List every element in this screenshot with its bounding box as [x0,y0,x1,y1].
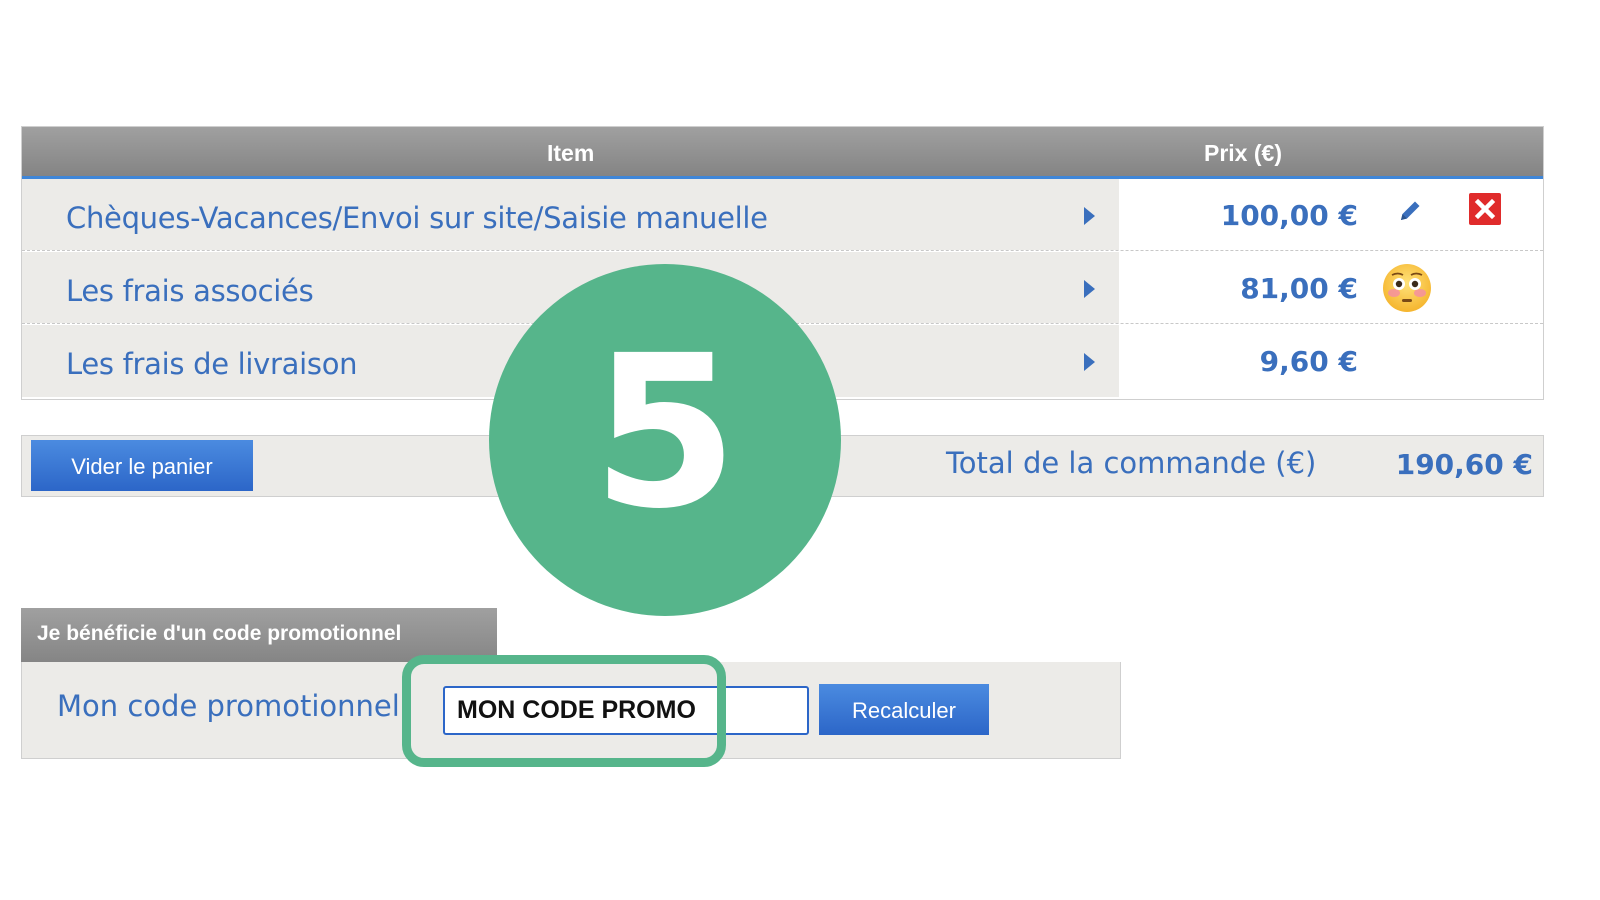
column-header-price: Prix (€) [1204,140,1282,166]
play-arrow-icon[interactable] [1084,353,1095,371]
row-item-label[interactable]: Chèques-Vacances/Envoi sur site/Saisie m… [66,201,768,235]
play-arrow-icon[interactable] [1084,280,1095,298]
step-number: 5 [591,310,739,555]
row-price: 9,60 € [1259,345,1358,378]
step-badge: 5 [489,264,841,616]
promo-code-label: Mon code promotionnel [57,689,400,723]
order-total-label: Total de la commande (€) [946,446,1317,480]
promo-section-tab: Je bénéficie d'un code promotionnel [21,608,497,662]
promo-code-input[interactable] [443,686,809,735]
play-arrow-icon[interactable] [1084,207,1095,225]
row-price: 100,00 € [1220,199,1358,232]
cart-header: Item Prix (€) [22,127,1543,179]
close-icon[interactable] [1469,193,1501,225]
row-item-label[interactable]: Les frais associés [66,274,314,308]
order-total-value: 190,60 € [1395,448,1533,481]
promo-code-panel: Mon code promotionnel Recalculer [21,662,1121,759]
row-item-cell: Chèques-Vacances/Envoi sur site/Saisie m… [22,179,1119,250]
column-header-item: Item [547,140,595,166]
cart-row: Chèques-Vacances/Envoi sur site/Saisie m… [22,179,1543,251]
promo-section-title: Je bénéficie d'un code promotionnel [37,622,402,645]
row-price: 81,00 € [1240,272,1358,305]
recalculate-button[interactable]: Recalculer [819,684,989,735]
flushed-face-emoji-icon [1383,264,1431,312]
pencil-icon[interactable] [1395,196,1425,226]
empty-cart-button[interactable]: Vider le panier [31,440,253,491]
row-item-label[interactable]: Les frais de livraison [66,347,358,381]
